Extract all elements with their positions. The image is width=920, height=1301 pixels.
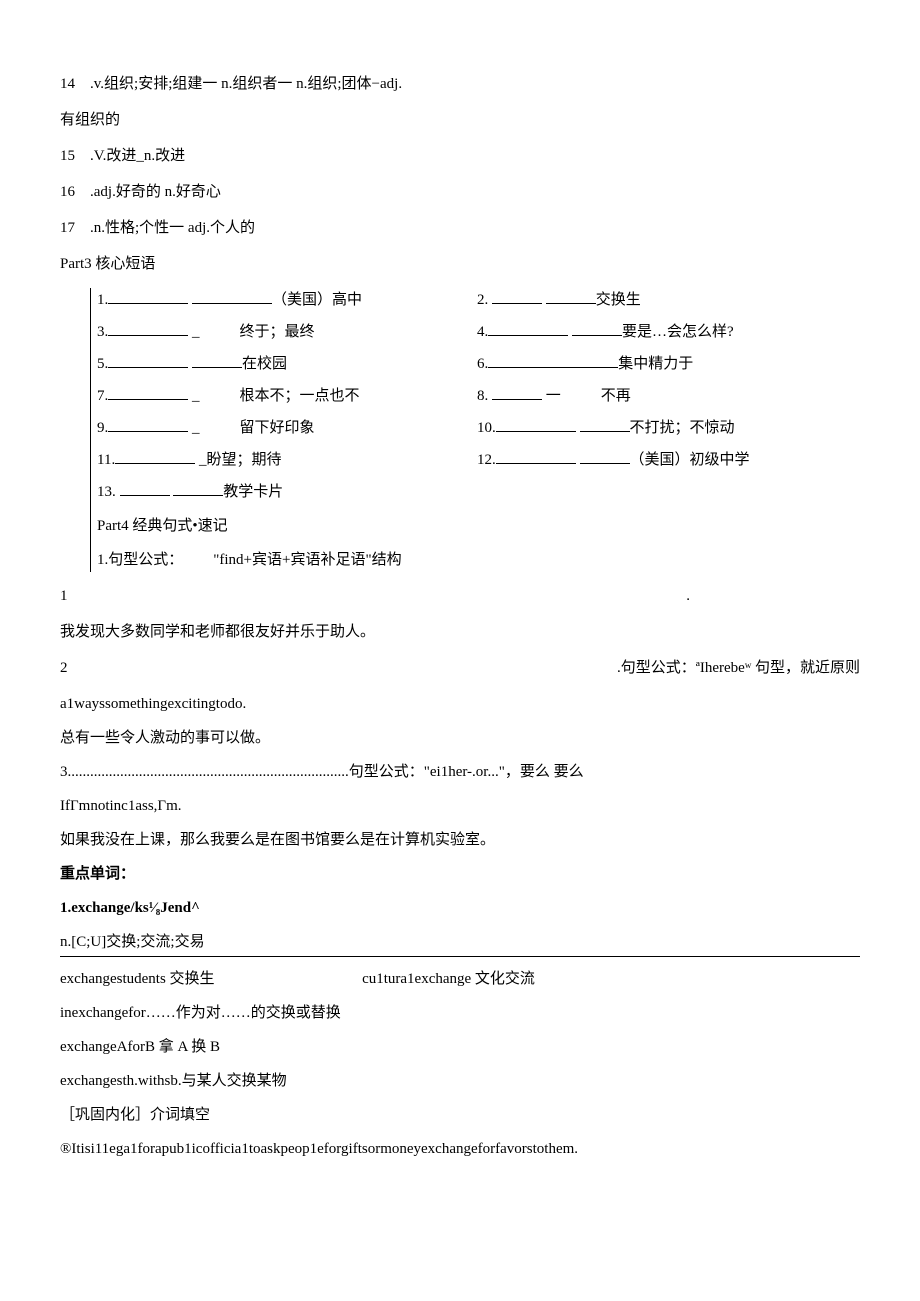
vocab-line-16: 16 .adj.好奇的 n.好奇心	[60, 180, 860, 204]
phrase-9: 9. _留下好印象	[97, 416, 477, 440]
vocab-line-15: 15 .V.改进_n.改进	[60, 144, 860, 168]
body-4: 总有一些令人激动的事可以做。	[60, 726, 860, 750]
phrase-11: 11. _盼望；期待	[97, 448, 477, 472]
phrase-7: 7. _根本不；一点也不	[97, 384, 477, 408]
keywords-header: 重点单词：	[60, 862, 860, 886]
body-3: a1wayssomethingexcitingtodo.	[60, 692, 860, 716]
phrase-13: 13. 教学卡片	[97, 480, 477, 504]
phrase-6: 6.集中精力于	[477, 352, 860, 376]
body-1-cn: 我发现大多数同学和老师都很友好并乐于助人。	[60, 620, 860, 644]
phrase-10: 10. 不打扰；不惊动	[477, 416, 860, 440]
kw-line-d: exchangeAforB 拿 A 换 B	[60, 1035, 860, 1059]
vocab-line-14b: 有组织的	[60, 108, 860, 132]
phrase-1: 1. （美国）高中	[97, 288, 477, 312]
kw-line-ab: exchangestudents 交换生 cu1tura1exchange 文化…	[60, 967, 860, 991]
part4-line1: 1.句型公式： "find+宾语+宾语补足语"结构	[97, 548, 860, 572]
phrase-table: 1. （美国）高中 2. 交换生 3. _终于；最终 4. 要是…会怎么样? 5…	[90, 288, 860, 572]
phrase-3: 3. _终于；最终	[97, 320, 477, 344]
kw-line-e: exchangesth.withsb.与某人交换某物	[60, 1069, 860, 1093]
keyword-1-def: n.[C;U]交换;交流;交易	[60, 930, 860, 957]
body-5: 3.......................................…	[60, 760, 860, 784]
body-2: 2 .句型公式：ªIherebeʷ 句型，就近原则	[60, 656, 860, 680]
body-1-num: 1.	[60, 584, 690, 608]
phrase-5: 5. 在校园	[97, 352, 477, 376]
vocab-line-17: 17 .n.性格;个性一 adj.个人的	[60, 216, 860, 240]
phrase-2: 2. 交换生	[477, 288, 860, 312]
part4-title: Part4 经典句式•速记	[97, 514, 860, 538]
kw-line-c: inexchangefor……作为对……的交换或替换	[60, 1001, 860, 1025]
part3-title: Part3 核心短语	[60, 252, 860, 276]
keyword-1: 1.exchange/ks¹⁄₈Jend^	[60, 896, 860, 920]
vocab-line-14: 14 .v.组织;安排;组建一 n.组织者一 n.组织;团体−adj.	[60, 72, 860, 96]
phrase-8: 8. 一不再	[477, 384, 860, 408]
phrase-12: 12. （美国）初级中学	[477, 448, 860, 472]
practice-header: ［巩固内化］介词填空	[60, 1103, 860, 1127]
body-6: IfΓmnotinc1ass,Γm.	[60, 794, 860, 818]
body-7: 如果我没在上课，那么我要么是在图书馆要么是在计算机实验室。	[60, 828, 860, 852]
practice-q1: ®Itisi11ega1forapub1icofficia1toaskpeop1…	[60, 1137, 860, 1161]
phrase-4: 4. 要是…会怎么样?	[477, 320, 860, 344]
